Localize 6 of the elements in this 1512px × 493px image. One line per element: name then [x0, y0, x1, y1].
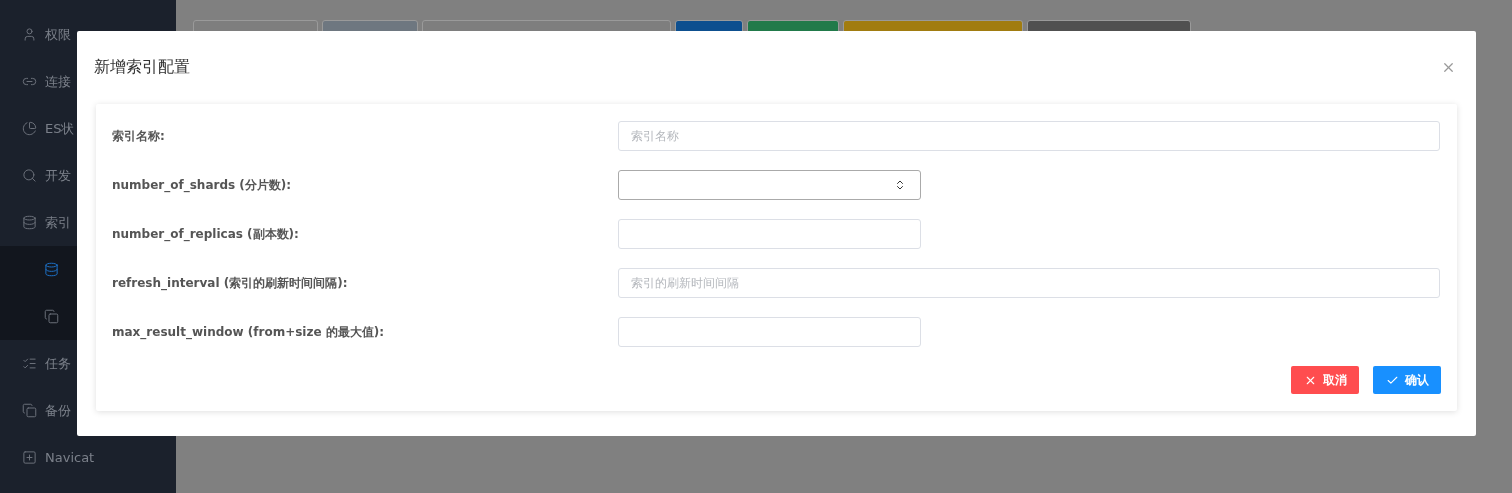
- field-label: max_result_window (from+size 的最大值):: [112, 323, 386, 341]
- dialog-title: 新增索引配置: [94, 57, 190, 78]
- field-label: refresh_interval (索引的刷新时间间隔):: [112, 274, 349, 292]
- field-label: 索引名称:: [112, 127, 166, 145]
- field-label: number_of_replicas (副本数):: [112, 225, 300, 243]
- field-label: number_of_shards (分片数):: [112, 176, 293, 194]
